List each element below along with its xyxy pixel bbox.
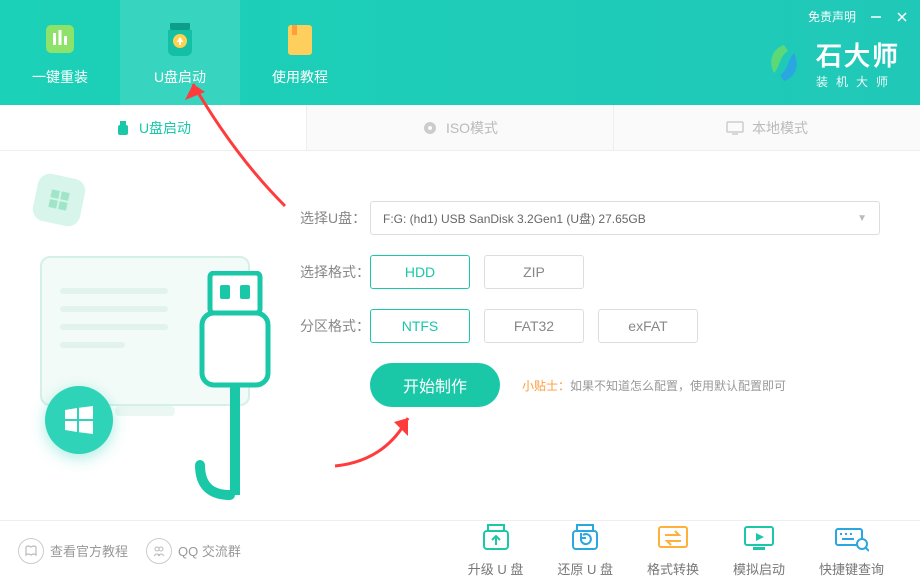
tab-label: 本地模式 [752,118,808,138]
brand-subtitle: 装机大师 [816,73,900,90]
keyboard-search-icon [833,523,869,553]
tab-iso-mode[interactable]: ISO模式 [307,105,614,150]
partition-label: 分区格式： [300,316,370,336]
tool-label: 升级 U 盘 [468,559,524,578]
mode-tabs: U盘启动 ISO模式 本地模式 [0,105,920,151]
footer: 查看官方教程 QQ 交流群 升级 U 盘 还原 U 盘 格式转换 模拟启动 快 [0,520,920,580]
close-button[interactable] [896,11,908,23]
titlebar-controls: 免责声明 [808,8,908,25]
windows-tile-icon [31,172,88,229]
tab-label: U盘启动 [139,118,191,138]
tutorial-icon [280,19,320,59]
brand: 石大师 装机大师 [760,36,900,90]
minimize-button[interactable] [870,11,882,23]
tab-usb-boot[interactable]: U盘启动 [0,105,307,150]
convert-icon [655,523,691,553]
brand-title: 石大师 [816,36,900,73]
tool-shortcut-lookup[interactable]: 快捷键查询 [819,523,884,578]
disk-label: 选择U盘： [300,208,370,228]
usb-boot-icon [160,19,200,59]
annotation-arrow-2 [330,406,440,476]
partition-option-fat32[interactable]: FAT32 [484,309,584,343]
format-option-hdd[interactable]: HDD [370,255,470,289]
nav-label: U盘启动 [154,67,206,87]
nav-label: 使用教程 [272,67,328,87]
partition-option-ntfs[interactable]: NTFS [370,309,470,343]
restore-icon [567,523,603,553]
tool-label: 快捷键查询 [819,559,884,578]
tip-label: 小贴士： [522,379,570,393]
start-button[interactable]: 开始制作 [370,363,500,407]
chevron-down-icon: ▼ [857,213,867,224]
link-label: QQ 交流群 [178,541,241,560]
disk-select[interactable]: F:G: (hd1) USB SanDisk 3.2Gen1 (U盘) 27.6… [370,201,880,235]
config-form: 选择U盘： F:G: (hd1) USB SanDisk 3.2Gen1 (U盘… [300,201,880,407]
tip-text: 小贴士：如果不知道怎么配置，使用默认配置即可 [522,377,786,394]
tool-label: 格式转换 [647,559,699,578]
disk-value: F:G: (hd1) USB SanDisk 3.2Gen1 (U盘) 27.6… [383,210,646,227]
illustration [10,171,290,491]
usb-plug-icon [190,271,280,501]
partition-option-exfat[interactable]: exFAT [598,309,698,343]
usb-icon [115,120,131,136]
iso-icon [422,120,438,136]
official-tutorial-link[interactable]: 查看官方教程 [18,538,128,564]
tool-format-convert[interactable]: 格式转换 [647,523,699,578]
book-icon [18,538,44,564]
nav-reinstall[interactable]: 一键重装 [0,0,120,105]
people-icon [146,538,172,564]
windows-badge-icon [45,386,113,454]
reinstall-icon [40,19,80,59]
tab-label: ISO模式 [446,118,498,138]
tool-label: 模拟启动 [733,559,785,578]
main-panel: 选择U盘： F:G: (hd1) USB SanDisk 3.2Gen1 (U盘… [0,151,920,521]
disclaimer-link[interactable]: 免责声明 [808,8,856,25]
tool-restore-usb[interactable]: 还原 U 盘 [557,523,613,578]
tool-simulate-boot[interactable]: 模拟启动 [733,523,785,578]
monitor-icon [726,120,744,136]
brand-logo-icon [760,39,808,87]
link-label: 查看官方教程 [50,541,128,560]
nav-usb-boot[interactable]: U盘启动 [120,0,240,105]
format-option-zip[interactable]: ZIP [484,255,584,289]
tool-label: 还原 U 盘 [557,559,613,578]
qq-group-link[interactable]: QQ 交流群 [146,538,241,564]
header: 免责声明 一键重装 U盘启动 使用教程 石大师 装机大师 [0,0,920,105]
tab-local-mode[interactable]: 本地模式 [614,105,920,150]
format-label: 选择格式： [300,262,370,282]
nav-tutorial[interactable]: 使用教程 [240,0,360,105]
tool-upgrade-usb[interactable]: 升级 U 盘 [468,523,524,578]
upgrade-icon [478,523,514,553]
simulate-icon [741,523,777,553]
nav-label: 一键重装 [32,67,88,87]
